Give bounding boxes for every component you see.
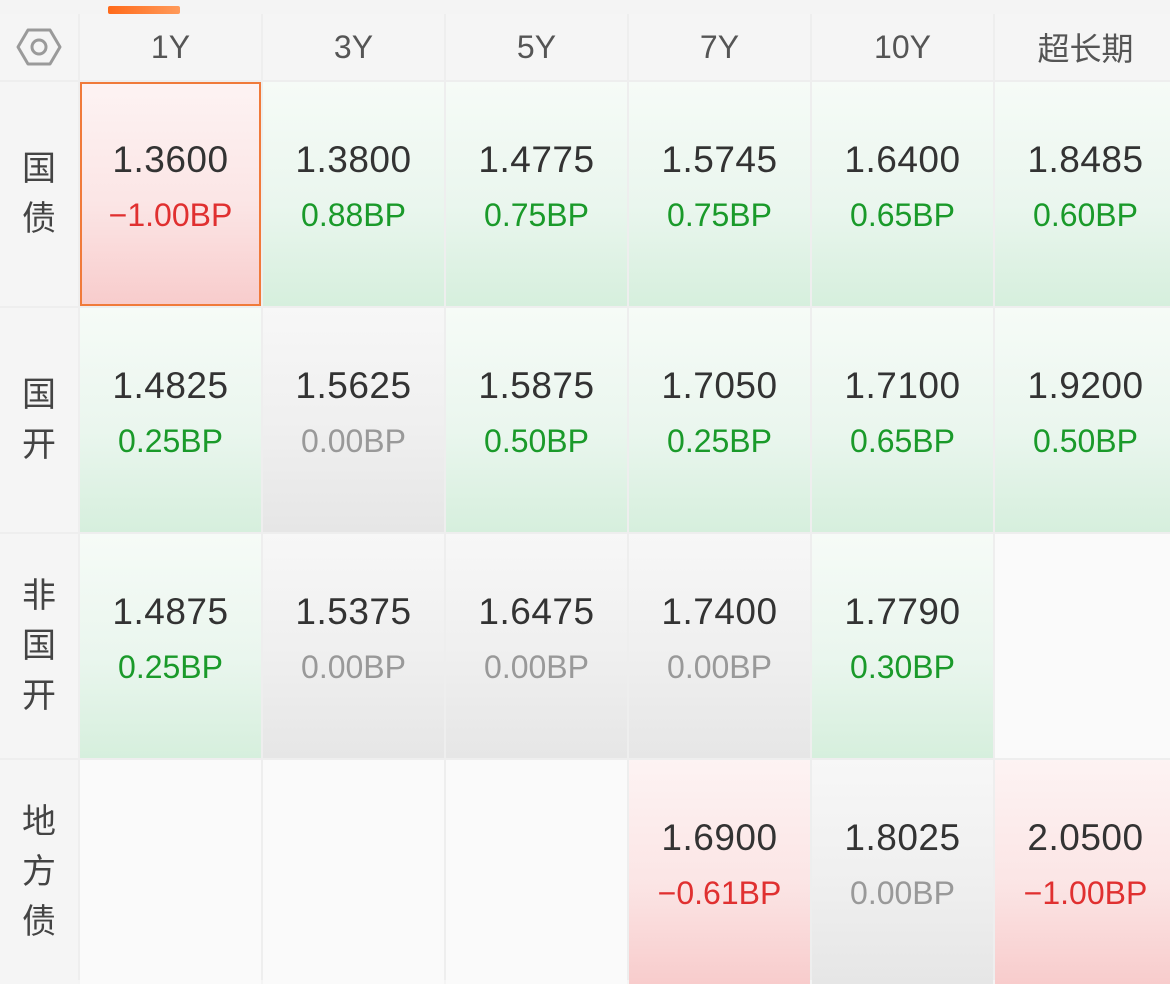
row-label-char: 非 <box>22 577 56 615</box>
column-header-ultra-long[interactable]: 超长期 <box>995 14 1170 80</box>
yield-value: 1.7400 <box>661 591 778 632</box>
empty-cell <box>995 534 1170 758</box>
empty-cell <box>446 760 627 984</box>
yield-change: 0.00BP <box>850 875 955 911</box>
row-label-char: 国 <box>22 627 56 665</box>
row-label-char: 债 <box>22 200 56 238</box>
yield-cell[interactable]: 1.5625 0.00BP <box>263 308 444 532</box>
row-label: 国债 <box>0 82 78 306</box>
yield-value: 1.9200 <box>1027 365 1144 406</box>
yield-value: 1.7050 <box>661 365 778 406</box>
yield-change: 0.00BP <box>301 423 406 459</box>
yield-change: 0.00BP <box>301 649 406 685</box>
yield-value: 1.3800 <box>295 139 412 180</box>
yield-change: 0.25BP <box>667 423 772 459</box>
active-tab-indicator <box>108 6 180 14</box>
row-label-char: 方 <box>22 853 56 891</box>
row-label-char: 国 <box>22 150 56 188</box>
row-label: 国开 <box>0 308 78 532</box>
yield-cell[interactable]: 1.7790 0.30BP <box>812 534 993 758</box>
yield-value: 1.5375 <box>295 591 412 632</box>
yield-change: 0.25BP <box>118 423 223 459</box>
row-label-char: 地 <box>22 803 56 841</box>
column-header-7y[interactable]: 7Y <box>629 14 810 80</box>
yield-value: 1.7100 <box>844 365 961 406</box>
yield-value: 1.4825 <box>112 365 229 406</box>
yield-change: 0.75BP <box>484 197 589 233</box>
empty-cell <box>263 760 444 984</box>
yield-change: −1.00BP <box>108 197 233 233</box>
yield-cell[interactable]: 1.9200 0.50BP <box>995 308 1170 532</box>
row-label-char: 开 <box>22 677 56 715</box>
yield-change: −0.61BP <box>657 875 782 911</box>
yield-value: 1.6400 <box>844 139 961 180</box>
yield-change: 0.60BP <box>1033 197 1138 233</box>
yield-value: 1.5745 <box>661 139 778 180</box>
yield-value: 1.4775 <box>478 139 595 180</box>
yield-change: 0.65BP <box>850 197 955 233</box>
yield-cell[interactable]: 1.4825 0.25BP <box>80 308 261 532</box>
settings-hexagon-icon <box>16 28 62 66</box>
yield-change: 0.50BP <box>484 423 589 459</box>
yield-cell[interactable]: 1.7100 0.65BP <box>812 308 993 532</box>
yield-change: 0.88BP <box>301 197 406 233</box>
yield-change: 0.65BP <box>850 423 955 459</box>
yield-change: 0.30BP <box>850 649 955 685</box>
row-label-char: 国 <box>22 376 56 414</box>
column-header-3y[interactable]: 3Y <box>263 14 444 80</box>
yield-cell[interactable]: 2.0500 −1.00BP <box>995 760 1170 984</box>
row-label-char: 开 <box>22 426 56 464</box>
yield-cell[interactable]: 1.7050 0.25BP <box>629 308 810 532</box>
yield-value: 1.5875 <box>478 365 595 406</box>
yield-cell[interactable]: 1.6900 −0.61BP <box>629 760 810 984</box>
settings-button[interactable] <box>0 14 78 80</box>
yield-grid: 1Y 3Y 5Y 7Y 10Y 超长期 国债 1.3600 −1.00BP 1.380… <box>0 14 1170 984</box>
yield-cell[interactable]: 1.6400 0.65BP <box>812 82 993 306</box>
empty-cell <box>80 760 261 984</box>
yield-value: 1.6475 <box>478 591 595 632</box>
yield-cell[interactable]: 1.8025 0.00BP <box>812 760 993 984</box>
yield-value: 1.5625 <box>295 365 412 406</box>
row-label: 非国开 <box>0 534 78 758</box>
yield-change: 0.50BP <box>1033 423 1138 459</box>
yield-cell[interactable]: 1.3800 0.88BP <box>263 82 444 306</box>
yield-cell[interactable]: 1.8485 0.60BP <box>995 82 1170 306</box>
yield-change: 0.25BP <box>118 649 223 685</box>
yield-change: 0.00BP <box>667 649 772 685</box>
yield-value: 1.3600 <box>112 139 229 180</box>
yield-value: 1.7790 <box>844 591 961 632</box>
yield-value: 1.6900 <box>661 817 778 858</box>
yield-value: 1.8485 <box>1027 139 1144 180</box>
yield-value: 2.0500 <box>1027 817 1144 858</box>
column-header-1y[interactable]: 1Y <box>80 14 261 80</box>
yield-cell[interactable]: 1.6475 0.00BP <box>446 534 627 758</box>
yield-value: 1.8025 <box>844 817 961 858</box>
yield-value: 1.4875 <box>112 591 229 632</box>
yield-change: 0.75BP <box>667 197 772 233</box>
yield-change: −1.00BP <box>1023 875 1148 911</box>
yield-cell[interactable]: 1.3600 −1.00BP <box>80 82 261 306</box>
yield-cell[interactable]: 1.5875 0.50BP <box>446 308 627 532</box>
yield-cell[interactable]: 1.4775 0.75BP <box>446 82 627 306</box>
row-label-char: 债 <box>22 903 56 941</box>
row-label: 地方债 <box>0 760 78 984</box>
yield-change: 0.00BP <box>484 649 589 685</box>
yield-cell[interactable]: 1.5375 0.00BP <box>263 534 444 758</box>
yield-cell[interactable]: 1.7400 0.00BP <box>629 534 810 758</box>
yield-cell[interactable]: 1.5745 0.75BP <box>629 82 810 306</box>
column-header-10y[interactable]: 10Y <box>812 14 993 80</box>
column-header-5y[interactable]: 5Y <box>446 14 627 80</box>
yield-cell[interactable]: 1.4875 0.25BP <box>80 534 261 758</box>
